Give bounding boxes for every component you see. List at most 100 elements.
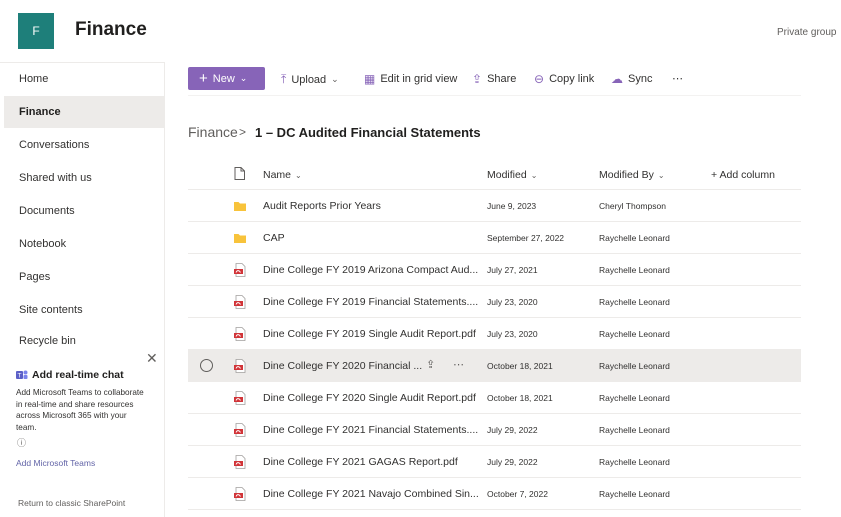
nav-item-home[interactable]: Home (4, 63, 164, 95)
modified-date: July 27, 2021 (487, 265, 538, 275)
more-actions-button[interactable]: ⋯ (672, 72, 683, 85)
row-select-radio[interactable] (200, 359, 213, 372)
breadcrumb-root[interactable]: Finance (188, 124, 238, 140)
nav-item-recycle-bin[interactable]: Recycle bin (4, 327, 164, 347)
modified-by[interactable]: Raychelle Leonard (599, 265, 670, 275)
upload-label: Upload (291, 73, 327, 86)
sync-icon: ☁ (611, 72, 623, 86)
add-teams-link[interactable]: Add Microsoft Teams (16, 458, 95, 468)
nav-item-notebook[interactable]: Notebook (4, 228, 164, 260)
column-header-name[interactable]: Name ⌄ (263, 169, 302, 181)
nav-item-finance[interactable]: Finance (4, 96, 164, 128)
file-name-link[interactable]: CAP (263, 232, 285, 244)
nav-item-label: Documents (19, 205, 75, 217)
new-button[interactable]: + New ⌄ (188, 67, 265, 90)
column-header-label: Modified By (599, 169, 654, 181)
file-name-link[interactable]: Dine College FY 2020 Single Audit Report… (263, 392, 476, 404)
nav-item-conversations[interactable]: Conversations (4, 129, 164, 161)
modified-date: July 23, 2020 (487, 329, 538, 339)
new-button-label: New (212, 72, 235, 85)
add-column-button[interactable]: + Add column (711, 169, 775, 181)
upload-icon: ⤒ (281, 72, 287, 86)
nav-item-shared-with-us[interactable]: Shared with us (4, 162, 164, 194)
plus-icon: + (199, 70, 208, 87)
chevron-down-icon: ⌄ (295, 171, 302, 180)
modified-date: September 27, 2022 (487, 233, 565, 243)
modified-by[interactable]: Cheryl Thompson (599, 201, 666, 211)
pdf-icon (234, 487, 246, 501)
modified-date: October 18, 2021 (487, 361, 553, 371)
pdf-icon (234, 263, 246, 277)
folder-icon (234, 234, 246, 243)
column-header-label: Name (263, 169, 292, 181)
file-name-link[interactable]: Dine College FY 2020 Financial ... (263, 360, 422, 372)
nav-item-label: Shared with us (19, 172, 92, 184)
return-classic-link[interactable]: Return to classic SharePoint (18, 498, 125, 508)
nav-item-label: Pages (19, 271, 51, 283)
modified-by[interactable]: Raychelle Leonard (599, 297, 670, 307)
sync-label: Sync (628, 73, 653, 85)
modified-by[interactable]: Raychelle Leonard (599, 233, 670, 243)
row-more-icon[interactable]: ⋯ (453, 358, 464, 371)
chevron-down-icon: ⌄ (331, 74, 339, 84)
site-logo[interactable]: F (18, 13, 54, 49)
file-name-link[interactable]: Dine College FY 2019 Financial Statement… (263, 296, 478, 308)
close-icon[interactable]: ✕ (146, 350, 158, 367)
site-logo-letter: F (32, 24, 40, 38)
modified-by[interactable]: Raychelle Leonard (599, 425, 670, 435)
site-title[interactable]: Finance (75, 19, 147, 41)
modified-date: October 18, 2021 (487, 393, 553, 403)
chevron-down-icon: ⌄ (657, 171, 665, 180)
file-name-link[interactable]: Dine College FY 2021 Financial Statement… (263, 424, 478, 436)
file-name-link[interactable]: Dine College FY 2021 Navajo Combined Sin… (263, 488, 479, 500)
modified-date: October 7, 2022 (487, 489, 548, 499)
share-icon: ⇪ (472, 72, 483, 86)
modified-date: July 29, 2022 (487, 425, 538, 435)
modified-by[interactable]: Raychelle Leonard (599, 329, 670, 339)
svg-text:T: T (17, 373, 22, 380)
breadcrumb-current: 1 – DC Audited Financial Statements (255, 125, 481, 140)
file-type-icon[interactable] (234, 167, 245, 180)
edit-grid-label: Edit in grid view (380, 73, 458, 85)
nav-item-label: Recycle bin (19, 335, 76, 347)
file-name-link[interactable]: Audit Reports Prior Years (263, 200, 381, 212)
nav-item-label: Notebook (19, 238, 67, 250)
file-name-link[interactable]: Dine College FY 2021 GAGAS Report.pdf (263, 456, 458, 468)
nav-item-label: Conversations (19, 139, 90, 151)
grid-icon: ▦ (364, 72, 376, 86)
upload-button[interactable]: ⤒ Upload ⌄ (281, 72, 339, 87)
edit-grid-button[interactable]: ▦ Edit in grid view (364, 72, 457, 86)
modified-by[interactable]: Raychelle Leonard (599, 489, 670, 499)
nav-item-documents[interactable]: Documents (4, 195, 164, 227)
nav-item-pages[interactable]: Pages (4, 261, 164, 293)
sync-button[interactable]: ☁ Sync (611, 72, 652, 86)
info-icon[interactable]: ⓘ (17, 436, 26, 449)
copy-link-label: Copy link (549, 73, 595, 85)
chevron-down-icon: ⌄ (530, 171, 538, 180)
pdf-icon (234, 359, 246, 373)
modified-by[interactable]: Raychelle Leonard (599, 457, 670, 467)
file-name-link[interactable]: Dine College FY 2019 Single Audit Report… (263, 328, 476, 340)
privacy-label: Private group (777, 27, 837, 38)
teams-icon: T (16, 370, 28, 380)
modified-date: July 23, 2020 (487, 297, 538, 307)
share-button[interactable]: ⇪ Share (472, 72, 516, 86)
modified-by[interactable]: Raychelle Leonard (599, 361, 670, 371)
more-icon: ⋯ (672, 73, 683, 85)
copy-link-button[interactable]: ⊖ Copy link (534, 72, 594, 86)
chevron-down-icon: ⌄ (239, 73, 248, 83)
modified-date: June 9, 2023 (487, 201, 537, 211)
pdf-icon (234, 455, 246, 469)
share-label: Share (487, 73, 517, 85)
teams-card-title: Add real-time chat (32, 369, 124, 381)
column-header-modified[interactable]: Modified ⌄ (487, 169, 537, 181)
file-name-link[interactable]: Dine College FY 2019 Arizona Compact Aud… (263, 264, 478, 276)
pdf-icon (234, 423, 246, 437)
nav-item-site-contents[interactable]: Site contents (4, 294, 164, 326)
modified-date: July 29, 2022 (487, 457, 538, 467)
modified-by[interactable]: Raychelle Leonard (599, 393, 670, 403)
folder-icon (234, 202, 246, 211)
column-header-modified-by[interactable]: Modified By ⌄ (599, 169, 665, 181)
row-share-icon[interactable]: ⇪ (426, 358, 435, 371)
link-icon: ⊖ (534, 72, 545, 86)
